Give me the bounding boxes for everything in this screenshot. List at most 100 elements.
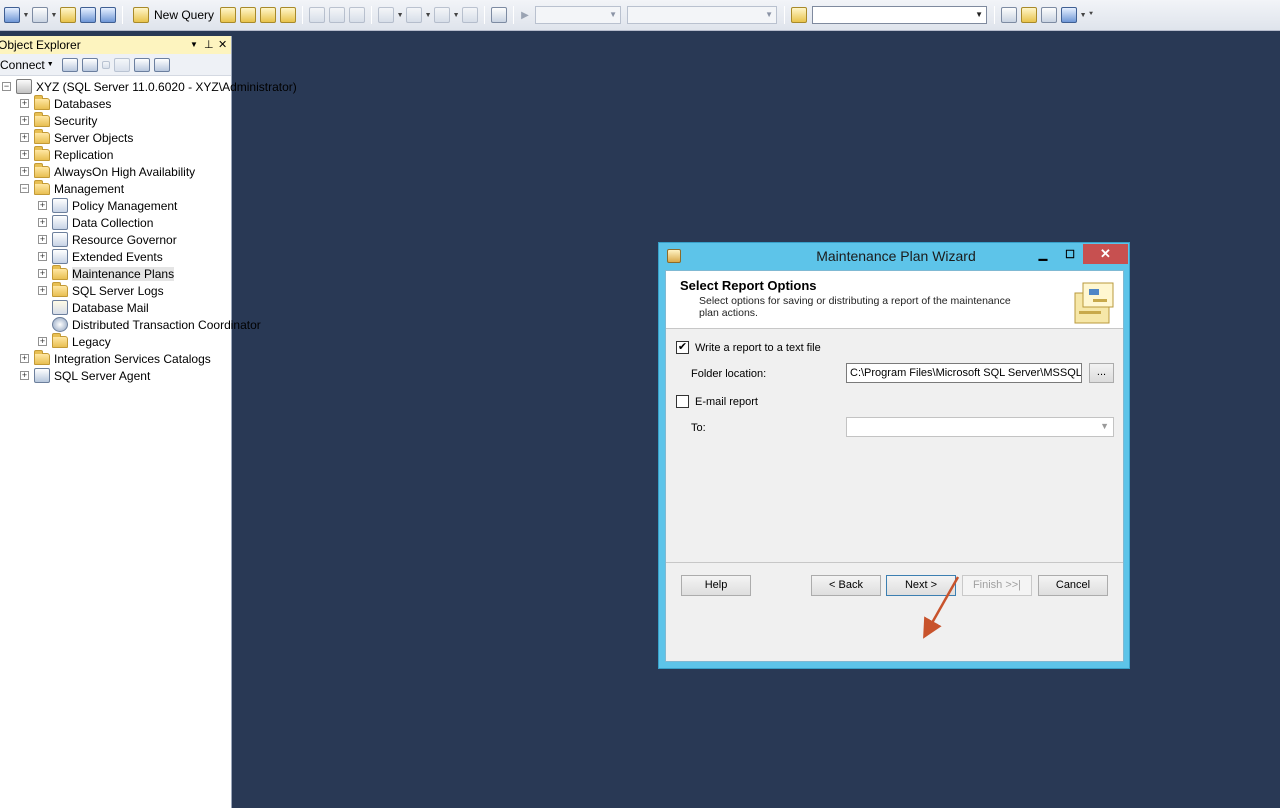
database-engine-query-icon[interactable] <box>220 7 237 23</box>
disconnect-icon[interactable] <box>81 57 98 72</box>
tree-node[interactable]: + Legacy <box>0 332 231 350</box>
expand-icon[interactable]: + <box>38 286 47 295</box>
expand-icon[interactable]: + <box>38 252 47 261</box>
dropdown-arrow-icon[interactable]: ▼ <box>22 12 30 19</box>
close-icon[interactable]: ✕ <box>218 38 227 51</box>
main-toolbar: ▼ ▼ New Query ▼ ▼ ▼ ▶ ▼ ▼ ▼ ▼ ⯆ <box>0 0 1280 31</box>
minimize-button[interactable]: ▁ <box>1030 244 1056 264</box>
new-project-icon[interactable] <box>4 7 20 23</box>
save-all-icon[interactable] <box>100 7 116 23</box>
analysis-services-xmla-query-icon[interactable] <box>280 7 297 23</box>
expand-icon[interactable]: + <box>20 150 29 159</box>
tree-node[interactable]: Distributed Transaction Coordinator <box>0 316 261 333</box>
folder-icon <box>34 162 50 178</box>
expand-icon[interactable]: + <box>20 99 29 108</box>
next-button[interactable]: Next > <box>886 575 956 596</box>
tree-node[interactable]: − XYZ (SQL Server 11.0.6020 - XYZ\Adminis… <box>0 78 297 95</box>
tree-node[interactable]: + SQL Server Logs <box>0 281 231 299</box>
collapse-icon[interactable]: − <box>2 82 11 91</box>
tree-node[interactable]: + Server Objects <box>0 128 231 146</box>
to-operator-select[interactable]: ▼ <box>846 417 1114 437</box>
activity-monitor-icon[interactable] <box>491 7 508 23</box>
tree-node[interactable]: + Resource Governor <box>0 231 231 248</box>
close-button[interactable]: ✕ <box>1083 244 1128 264</box>
expand-icon[interactable]: + <box>20 133 29 142</box>
tree-node[interactable]: + Integration Services Catalogs <box>0 349 231 367</box>
registered-servers-icon[interactable] <box>1001 7 1018 23</box>
browse-folder-button[interactable]: ... <box>1089 363 1114 383</box>
properties-window-icon[interactable] <box>1041 7 1058 23</box>
tree-node[interactable]: + Databases <box>0 94 231 112</box>
dropdown-arrow-icon[interactable]: ▼ <box>50 12 58 19</box>
toolbar-overflow-icon[interactable]: ⯆ <box>1087 11 1095 19</box>
find-combo[interactable]: ▼ <box>812 6 988 24</box>
filter-icon[interactable] <box>113 57 130 72</box>
dialog-titlebar[interactable]: Maintenance Plan Wizard ▁ ☐ ✕ <box>659 243 1129 269</box>
help-button[interactable]: Help <box>681 575 751 596</box>
analysis-services-dmx-query-icon[interactable] <box>260 7 277 23</box>
folder-location-input[interactable]: C:\Program Files\Microsoft SQL Server\MS… <box>846 363 1082 383</box>
object-explorer-icon[interactable] <box>1021 7 1038 23</box>
dropdown-arrow-icon[interactable]: ▼ <box>1079 12 1087 19</box>
email-report-checkbox[interactable] <box>676 395 689 408</box>
new-query-button[interactable]: New Query <box>127 5 218 25</box>
tree-node[interactable]: + SQL Server Agent <box>0 367 231 384</box>
window-position-icon[interactable]: ▼ <box>190 40 198 49</box>
refresh-icon[interactable] <box>133 57 150 72</box>
tree-node-label: Maintenance Plans <box>72 266 175 281</box>
copy-icon[interactable] <box>329 7 346 23</box>
pin-icon[interactable]: ⊥ <box>204 38 214 51</box>
expand-icon[interactable]: + <box>38 218 47 227</box>
start-debugging-icon[interactable]: ▶ <box>518 6 532 24</box>
find-in-files-icon[interactable] <box>791 7 808 23</box>
expand-icon[interactable]: + <box>20 167 29 176</box>
tree-node[interactable]: + Replication <box>0 145 231 163</box>
maximize-button[interactable]: ☐ <box>1057 244 1083 264</box>
toolbar-separator <box>513 6 515 24</box>
cut-icon[interactable] <box>309 7 326 23</box>
expand-icon[interactable]: + <box>20 371 29 380</box>
connect-button[interactable]: Connect ▼ <box>0 58 54 72</box>
back-button[interactable]: < Back <box>811 575 881 596</box>
collapse-icon[interactable]: − <box>20 184 29 193</box>
tree-node[interactable]: + AlwaysOn High Availability <box>0 162 231 180</box>
tree-node[interactable]: + Extended Events <box>0 248 231 265</box>
redo-icon[interactable] <box>406 7 423 23</box>
navigate-forward-icon[interactable] <box>462 7 479 23</box>
solution-platforms-select[interactable]: ▼ <box>627 6 778 24</box>
toolbox-icon[interactable] <box>1061 7 1078 23</box>
maintenance-plan-wizard-dialog: Maintenance Plan Wizard ▁ ☐ ✕ Select Rep… <box>658 242 1130 669</box>
activity-monitor-icon[interactable] <box>153 57 170 72</box>
expand-icon[interactable]: + <box>38 337 47 346</box>
connect-object-explorer-icon[interactable] <box>61 57 78 72</box>
cancel-button[interactable]: Cancel <box>1038 575 1108 596</box>
expand-icon[interactable]: + <box>38 201 47 210</box>
wizard-banner-icon <box>1074 282 1114 324</box>
tree-node[interactable]: + Data Collection <box>0 214 231 231</box>
expand-icon[interactable]: + <box>20 354 29 363</box>
tree-node[interactable]: Database Mail <box>0 299 231 316</box>
tree-node[interactable]: − Management <box>0 179 231 197</box>
stop-icon[interactable] <box>101 60 110 69</box>
dropdown-arrow-icon[interactable]: ▼ <box>396 12 404 19</box>
tree-node[interactable]: + Policy Management <box>0 197 231 214</box>
dropdown-arrow-icon[interactable]: ▼ <box>452 12 460 19</box>
tree-node[interactable]: + Security <box>0 111 231 129</box>
tree-node[interactable]: + Maintenance Plans <box>0 264 231 282</box>
navigate-backward-icon[interactable] <box>434 7 451 23</box>
data-collection-icon <box>52 215 68 230</box>
email-report-row[interactable]: E-mail report <box>676 395 758 408</box>
write-report-checkbox[interactable]: ✔ <box>676 341 689 354</box>
undo-icon[interactable] <box>378 7 395 23</box>
write-report-row[interactable]: ✔ Write a report to a text file <box>676 341 821 354</box>
analysis-services-mdx-query-icon[interactable] <box>240 7 257 23</box>
solution-configurations-select[interactable]: ▼ <box>535 6 622 24</box>
expand-icon[interactable]: + <box>38 269 47 278</box>
add-item-icon[interactable] <box>32 7 48 23</box>
expand-icon[interactable]: + <box>38 235 47 244</box>
expand-icon[interactable]: + <box>20 116 29 125</box>
save-icon[interactable] <box>80 7 96 23</box>
open-file-icon[interactable] <box>60 7 76 23</box>
paste-icon[interactable] <box>349 7 366 23</box>
dropdown-arrow-icon[interactable]: ▼ <box>424 12 432 19</box>
